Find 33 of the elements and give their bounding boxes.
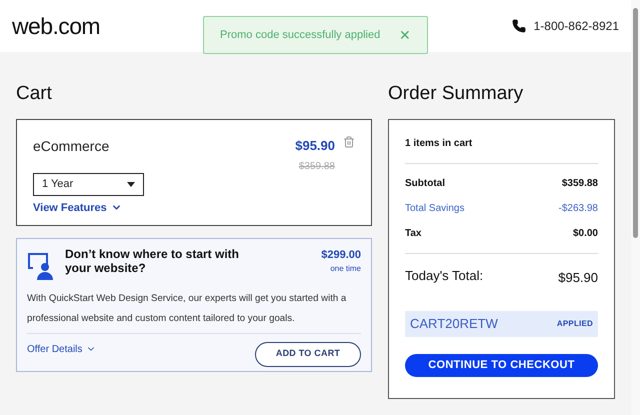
product-name: eCommerce	[33, 136, 110, 156]
add-to-cart-button[interactable]: ADD TO CART	[255, 342, 361, 366]
term-select[interactable]: 1 Year	[33, 172, 144, 196]
logo[interactable]: web.com	[12, 8, 100, 44]
price-note: one time	[330, 263, 361, 275]
summary-value: $0.00	[572, 226, 598, 240]
phone-number[interactable]: 1-800-862-8921	[534, 17, 619, 35]
total-value: $95.90	[558, 268, 598, 286]
scrollbar-thumb[interactable]	[633, 8, 638, 238]
summary-label: Subtotal	[405, 176, 445, 190]
offer-price: $299.00	[321, 248, 361, 262]
trash-icon[interactable]	[343, 136, 355, 148]
summary-label: Tax	[405, 226, 422, 240]
view-features-link[interactable]: View Features	[33, 200, 144, 216]
phone-icon	[512, 19, 526, 33]
offer-details-link[interactable]: Offer Details	[27, 342, 96, 356]
checkout-button[interactable]: CONTINUE TO CHECKOUT	[405, 354, 598, 377]
applied-label: APPLIED	[556, 318, 593, 330]
cart-title: Cart	[16, 82, 53, 106]
offer-description: With QuickStart Web Design Service, our experts will get you started with a professional website and custom content tailored to your goals.	[27, 292, 348, 326]
price: $95.90	[295, 136, 335, 154]
summary-value: $359.88	[562, 176, 598, 190]
total-label: Today's Total:	[405, 266, 484, 285]
presenter-icon	[27, 250, 55, 280]
offer-title: Don’t know where to start with your website?	[65, 246, 240, 274]
item-count: 1 items in cart	[405, 136, 598, 164]
original-price: $359.88	[298, 160, 335, 174]
promo-code: CART20RETW	[410, 315, 498, 334]
summary-label: Total Savings	[405, 202, 464, 216]
caret-icon	[127, 182, 135, 186]
toast-message: Promo code successfully applied	[220, 28, 380, 43]
summary-title: Order Summary	[388, 82, 524, 106]
summary-value: -$263.98	[558, 202, 598, 216]
